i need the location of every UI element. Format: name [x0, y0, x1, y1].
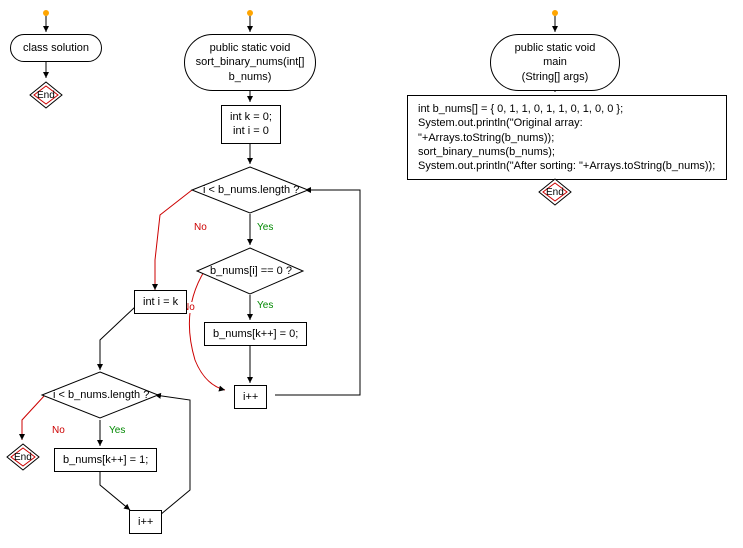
end-text-3: End	[546, 187, 564, 198]
start-dot-3	[552, 10, 558, 16]
end-node-1: End	[28, 80, 64, 110]
code-block-text: int b_nums[] = { 0, 1, 1, 0, 1, 1, 0, 1,…	[418, 102, 716, 173]
cond3-diamond: i < b_nums.length ?	[40, 370, 160, 423]
class-solution-text: class solution	[23, 41, 89, 55]
init-node: int k = 0; int i = 0	[221, 105, 281, 144]
end-node-2: End	[5, 442, 41, 472]
cond3-text: i < b_nums.length ?	[53, 389, 149, 401]
inc2-text: i++	[138, 515, 153, 529]
method-node: public static void sort_binary_nums(int[…	[184, 34, 316, 91]
cond1-text: i < b_nums.length ?	[203, 184, 299, 196]
cond3-no-label: No	[50, 425, 67, 436]
main-node: public static void main (String[] args)	[490, 34, 620, 91]
inc1-node: i++	[234, 385, 267, 409]
main-text: public static void main (String[] args)	[503, 41, 607, 84]
cond2-yes-label: Yes	[255, 300, 275, 311]
inc1-text: i++	[243, 390, 258, 404]
init-text: int k = 0; int i = 0	[230, 110, 272, 139]
code-block-node: int b_nums[] = { 0, 1, 1, 0, 1, 1, 0, 1,…	[407, 95, 727, 180]
start-dot-2	[247, 10, 253, 16]
assign-one-text: b_nums[k++] = 1;	[63, 453, 148, 467]
cond1-diamond: i < b_nums.length ?	[190, 165, 310, 218]
start-dot-1	[43, 10, 49, 16]
cond1-no-label: No	[192, 222, 209, 233]
end-text-1: End	[37, 90, 55, 101]
inc2-node: i++	[129, 510, 162, 534]
cond1-yes-label: Yes	[255, 222, 275, 233]
assign-one-node: b_nums[k++] = 1;	[54, 448, 157, 472]
assign-zero-node: b_nums[k++] = 0;	[204, 322, 307, 346]
reset-i-text: int i = k	[143, 295, 178, 309]
method-text: public static void sort_binary_nums(int[…	[196, 41, 305, 84]
reset-i-node: int i = k	[134, 290, 187, 314]
cond2-text: b_nums[i] == 0 ?	[210, 265, 292, 277]
cond2-diamond: b_nums[i] == 0 ?	[195, 246, 305, 299]
class-solution-node: class solution	[10, 34, 102, 62]
assign-zero-text: b_nums[k++] = 0;	[213, 327, 298, 341]
end-text-2: End	[14, 452, 32, 463]
cond3-yes-label: Yes	[107, 425, 127, 436]
end-node-3: End	[537, 177, 573, 207]
